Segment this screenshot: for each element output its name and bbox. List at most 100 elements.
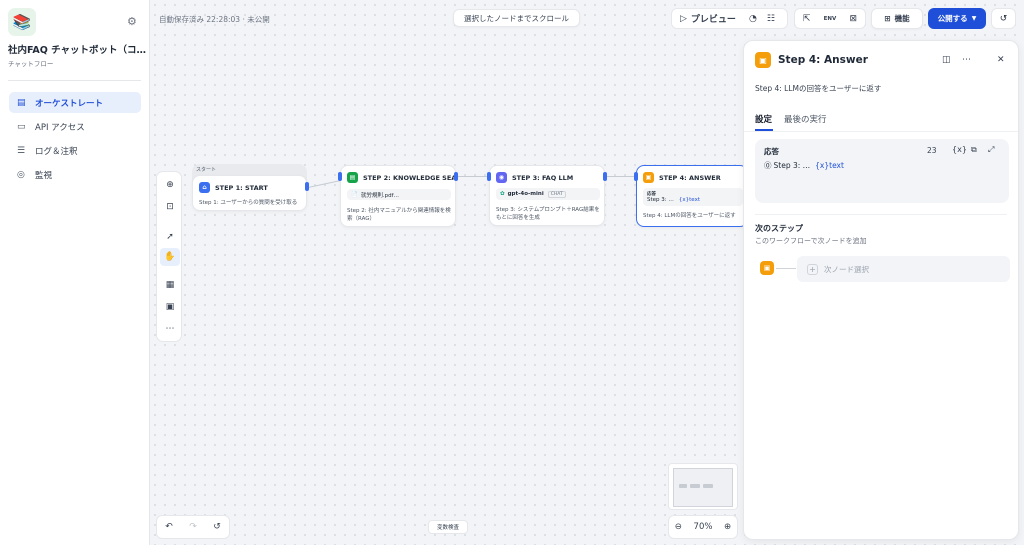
env-icon[interactable]: ENV — [818, 9, 841, 28]
copy-icon[interactable]: ⧉ — [971, 145, 977, 155]
terminal-icon: ▭ — [17, 121, 26, 132]
sidebar-item-monitor[interactable]: ◎ 監視 — [9, 164, 141, 185]
node-step4[interactable]: ▣ STEP 4: ANSWER 応答 Step 3: … {x}text Ste… — [636, 165, 748, 227]
list-check-icon[interactable]: ☷ — [762, 9, 780, 28]
minimap-node — [703, 484, 713, 488]
organize-icon[interactable]: ▦ — [160, 276, 180, 294]
file-icon: 📄 — [351, 191, 358, 198]
var-name: {x}text — [678, 197, 700, 203]
pointer-icon[interactable]: ➚ — [160, 228, 180, 246]
zoom-out-icon[interactable]: ⊖ — [675, 522, 682, 532]
features-label: 機能 — [894, 14, 910, 23]
sidebar-item-label: 監視 — [35, 170, 53, 181]
sidebar: 📚 ⚙ 社内FAQ チャットボット（コ… チャットフロー ▤ オーケストレート … — [0, 0, 150, 545]
response-editor[interactable]: 応答 23 {x} ⧉ ⤢ ⓪ Step 3: … {x}text — [755, 139, 1009, 203]
minimap-node — [679, 484, 687, 488]
play-icon: ▷ — [680, 13, 687, 24]
features-button[interactable]: ⊞ 機能 — [871, 8, 923, 29]
next-step-title: 次のステップ — [755, 224, 803, 233]
node-handle[interactable] — [305, 182, 309, 191]
publish-button[interactable]: 公開する ▼ — [928, 8, 986, 29]
log-icon: ☰ — [17, 145, 26, 156]
sidebar-item-orchestrate[interactable]: ▤ オーケストレート — [9, 92, 141, 113]
add-node-icon[interactable]: ⊕ — [160, 176, 180, 194]
expand-icon[interactable]: ⤢ — [988, 145, 994, 155]
sidebar-item-logs[interactable]: ☰ ログ＆注釈 — [9, 140, 141, 161]
chip-label: 就労規則.pdf… — [360, 192, 400, 199]
node-step1[interactable]: ⌂ STEP 1: START Step 1: ユーザーからの質問を受け取る — [192, 175, 307, 211]
node-desc: Step 2: 社内マニュアルから関連情報を検索（RAG） — [347, 208, 451, 222]
app-icon: 📚 — [8, 8, 36, 36]
minimap-node — [690, 484, 700, 488]
export-icon[interactable]: ⇱ — [795, 9, 818, 28]
variable-check-button[interactable]: 変数検査 — [428, 520, 468, 534]
checklist-icon[interactable]: ◔ — [744, 9, 762, 28]
answer-icon: ▣ — [755, 52, 771, 68]
orchestrate-icon: ▤ — [17, 97, 26, 108]
sidebar-item-label: ログ＆注釈 — [35, 146, 78, 157]
tab-last-run[interactable]: 最後の実行 — [784, 113, 827, 125]
tab-settings[interactable]: 設定 — [755, 113, 772, 125]
close-icon[interactable]: ✕ — [997, 55, 1005, 65]
node-desc: Step 3: システムプロンプト＋RAG結果をもとに回答を生成 — [496, 207, 600, 221]
scroll-to-node-button[interactable]: 選択したノードまでスクロール — [453, 9, 580, 27]
sidebar-item-api[interactable]: ▭ API アクセス — [9, 116, 141, 137]
node-handle[interactable] — [603, 172, 607, 181]
features-icon: ⊞ — [884, 14, 891, 23]
node-handle[interactable] — [338, 172, 342, 181]
image-export-icon[interactable]: ▣ — [160, 298, 180, 316]
split-view-icon[interactable]: ◫ — [942, 55, 951, 65]
toolbar-group-preview: ▷ プレビュー ◔ ☷ — [671, 8, 788, 29]
var-node: Step 3: … — [647, 197, 674, 203]
node-title: STEP 4: ANSWER — [659, 173, 721, 182]
response-label: 応答 — [764, 147, 779, 156]
next-connector — [776, 268, 796, 269]
zoom-control: ⊖ 70% ⊕ — [668, 515, 738, 539]
response-variable[interactable]: ⓪ Step 3: … {x}text — [764, 160, 844, 171]
app-subtitle: チャットフロー — [8, 60, 54, 68]
model-name: gpt-4o-mini — [507, 191, 544, 197]
select-next-node-button[interactable]: + 次ノード選択 — [797, 256, 1010, 282]
zoom-level[interactable]: 70% — [694, 522, 713, 532]
panel-title: Step 4: Answer — [778, 54, 868, 66]
panel-desc: Step 4: LLMの回答をユーザーに返す — [755, 84, 882, 93]
next-step-subtitle: このワークフローで次ノードを追加 — [755, 237, 867, 245]
sidebar-item-label: オーケストレート — [35, 98, 104, 109]
more-icon[interactable]: ⋯ — [962, 55, 971, 65]
node-handle[interactable] — [454, 172, 458, 181]
redo-icon[interactable]: ↷ — [189, 522, 197, 532]
node-step2[interactable]: ▤ STEP 2: KNOWLEDGE SEARC 📄 就労規則.pdf… Step… — [340, 165, 457, 227]
history-button[interactable]: ↺ — [991, 8, 1016, 29]
toolbar-group-tools: ⇱ ENV ⊠ — [794, 8, 866, 29]
node-step3[interactable]: ◉ STEP 3: FAQ LLM ✿ gpt-4o-mini CHAT Step… — [489, 165, 605, 226]
var-name: {x}text — [815, 161, 844, 170]
autosave-status: 自動保存済み 22:28:03 · 未公開 — [159, 15, 270, 24]
knowledge-chip: 📄 就労規則.pdf… — [347, 189, 451, 200]
chevron-down-icon: ▼ — [971, 15, 977, 22]
node-title: STEP 1: START — [215, 183, 268, 192]
node-handle[interactable] — [487, 172, 491, 181]
monitor-icon: ◎ — [17, 169, 25, 180]
sidebar-divider — [8, 80, 141, 81]
tabs-divider — [744, 131, 1018, 132]
undo-icon[interactable]: ↶ — [165, 522, 173, 532]
insert-variable-icon[interactable]: {x} — [952, 145, 967, 154]
hand-icon[interactable]: ✋ — [160, 248, 180, 266]
history-icon[interactable]: ↺ — [213, 522, 221, 532]
model-chip: ✿ gpt-4o-mini CHAT — [496, 188, 600, 200]
preview-label: プレビュー — [690, 15, 736, 25]
minimap-viewport — [673, 468, 733, 507]
node-handle[interactable] — [634, 172, 638, 181]
preview-button[interactable]: ▷ プレビュー — [672, 9, 744, 28]
add-note-icon[interactable]: ⊡ — [160, 198, 180, 216]
section-divider — [755, 214, 1007, 215]
minimap[interactable] — [668, 463, 738, 510]
node-desc: Step 1: ユーザーからの質問を受け取る — [199, 200, 298, 206]
answer-icon: ▣ — [643, 172, 654, 183]
sidebar-settings-icon[interactable]: ⚙ — [127, 15, 137, 28]
zoom-in-icon[interactable]: ⊕ — [724, 522, 731, 532]
edge-3-4 — [606, 176, 637, 177]
variable-icon[interactable]: ⊠ — [842, 9, 865, 28]
llm-icon: ◉ — [496, 172, 507, 183]
more-icon[interactable]: ⋯ — [160, 320, 180, 338]
